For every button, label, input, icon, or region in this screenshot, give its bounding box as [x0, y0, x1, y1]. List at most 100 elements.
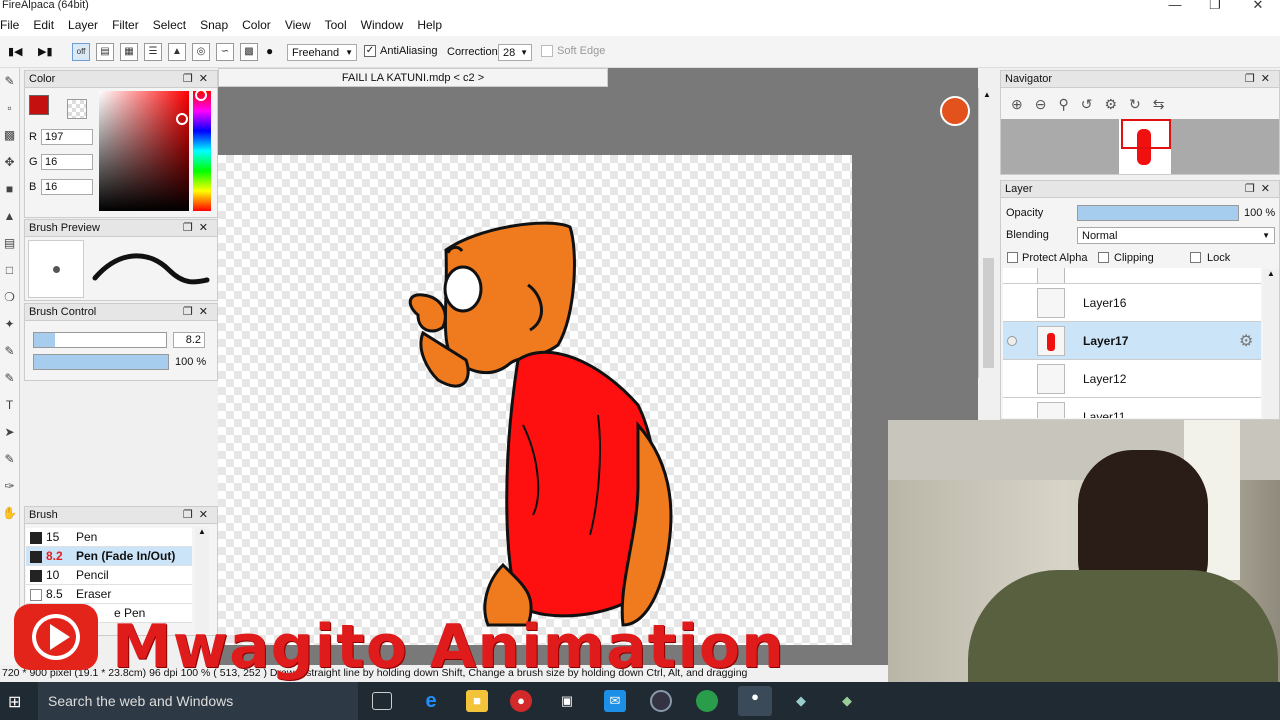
menu-edit[interactable]: Edit [33, 18, 62, 32]
windows-start-icon[interactable]: ⊞ [8, 692, 21, 712]
select-pen-icon[interactable]: ✎ [0, 338, 19, 365]
maximize-button[interactable]: ❐ [1200, 0, 1230, 13]
primary-color-swatch[interactable] [29, 95, 49, 115]
menu-select[interactable]: Select [153, 18, 194, 32]
lasso-tool-icon[interactable]: ❍ [0, 284, 19, 311]
select-tool-icon[interactable]: □ [0, 257, 19, 284]
task-view-icon[interactable] [372, 692, 392, 710]
zoom-out-icon[interactable]: ⊖ [1035, 96, 1059, 112]
blending-select[interactable]: Normal ▼ [1077, 227, 1275, 244]
panel-buttons[interactable]: ❐✕ [183, 221, 214, 234]
flip-icon[interactable]: ⇆ [1153, 96, 1177, 112]
close-button[interactable]: ✕ [1243, 0, 1273, 13]
layer-row-partial[interactable] [1003, 268, 1261, 284]
fill-tool-icon[interactable]: ■ [0, 176, 19, 203]
prev-frame-icon[interactable]: ▮◀ [8, 45, 23, 58]
soft-edge-checkbox[interactable] [541, 45, 553, 57]
brush-item[interactable]: 15 Pen [26, 528, 192, 547]
scroll-up-icon[interactable]: ▲ [983, 90, 991, 99]
correction-select[interactable]: 28 ▼ [498, 44, 532, 61]
brush-item-selected[interactable]: 8.2 Pen (Fade In/Out) [26, 547, 192, 566]
g-input[interactable]: 16 [41, 154, 93, 170]
menu-file[interactable]: File [0, 18, 27, 32]
operation-tool-icon[interactable]: ➤ [0, 419, 19, 446]
pen-tool-icon[interactable]: ✎ [0, 68, 19, 95]
file-explorer-icon[interactable]: ■ [466, 690, 488, 712]
b-input[interactable]: 16 [41, 179, 93, 195]
panel-buttons[interactable]: ❐✕ [1245, 72, 1276, 85]
menu-filter[interactable]: Filter [112, 18, 147, 32]
snap-parallel-icon[interactable]: ▤ [96, 43, 114, 61]
store-icon[interactable]: ▣ [556, 690, 578, 712]
layer-row[interactable]: Layer16 [1003, 284, 1261, 322]
canvas-vertical-scrollbar[interactable]: ▲ [978, 88, 998, 378]
move-tool-icon[interactable]: ✥ [0, 149, 19, 176]
hue-slider-handle[interactable] [195, 89, 207, 101]
layer-visibility-icon[interactable] [1007, 336, 1017, 346]
brush-item[interactable]: 10 Pencil [26, 566, 192, 585]
menu-color[interactable]: Color [242, 18, 279, 32]
document-tab[interactable]: FAILI LA KATUNI.mdp < c2 > [218, 68, 608, 87]
firealpaca-taskbar-icon[interactable]: ● [738, 686, 772, 716]
brush-size-slider[interactable] [33, 332, 167, 348]
antialiasing-checkbox[interactable]: ✓ [364, 45, 376, 57]
eraser-tool-icon[interactable]: ▫ [0, 95, 19, 122]
app-icon[interactable]: ◆ [790, 690, 812, 712]
brush-opacity-slider[interactable] [33, 354, 169, 370]
select-eraser-icon[interactable]: ✎ [0, 365, 19, 392]
panel-buttons[interactable]: ❐✕ [183, 508, 214, 521]
taskbar-search[interactable]: Search the web and Windows [38, 682, 358, 720]
magic-wand-icon[interactable]: ✦ [0, 311, 19, 338]
menu-tool[interactable]: Tool [325, 18, 355, 32]
snap-crisscross-icon[interactable]: ☰ [144, 43, 162, 61]
media-app-icon[interactable] [650, 690, 672, 712]
edge-browser-icon[interactable]: e [420, 690, 442, 712]
snap-circle-icon[interactable]: ◎ [192, 43, 210, 61]
layer-row-selected[interactable]: Layer17 ⚙ [1003, 322, 1261, 360]
browser-icon[interactable] [696, 690, 718, 712]
r-input[interactable]: 197 [41, 129, 93, 145]
hue-slider[interactable] [193, 89, 211, 211]
eyedropper-icon[interactable]: ✑ [0, 473, 19, 500]
divide-tool-icon[interactable]: ✎ [0, 446, 19, 473]
snap-3d-icon[interactable]: ▩ [240, 43, 258, 61]
menu-layer[interactable]: Layer [68, 18, 106, 32]
layer-row[interactable]: Layer12 [1003, 360, 1261, 398]
snap-curve-icon[interactable]: ∽ [216, 43, 234, 61]
stroke-mode-select[interactable]: Freehand ▼ [287, 44, 357, 61]
brush-item[interactable]: 8.5 Eraser [26, 585, 192, 604]
snap-grid-icon[interactable]: ▦ [120, 43, 138, 61]
snap-vanishing-icon[interactable]: ▲ [168, 43, 186, 61]
rotate-left-icon[interactable]: ↺ [1081, 96, 1105, 112]
menu-snap[interactable]: Snap [200, 18, 236, 32]
dot-tool-icon[interactable]: ▩ [0, 122, 19, 149]
minimize-button[interactable]: — [1160, 0, 1190, 12]
gear-icon[interactable]: ⚙ [1239, 331, 1253, 351]
zoom-in-icon[interactable]: ⊕ [1011, 96, 1035, 112]
menu-window[interactable]: Window [361, 18, 412, 32]
text-tool-icon[interactable]: T [0, 392, 19, 419]
next-frame-icon[interactable]: ▶▮ [38, 45, 53, 58]
saturation-value-picker[interactable] [99, 91, 189, 211]
secondary-color-swatch[interactable] [67, 99, 87, 119]
panel-buttons[interactable]: ❐✕ [1245, 182, 1276, 195]
layer-row-partial[interactable]: Layer11 [1003, 398, 1261, 418]
scroll-thumb[interactable] [983, 258, 994, 368]
drawing-canvas[interactable] [218, 155, 852, 645]
clipping-checkbox[interactable] [1098, 252, 1109, 263]
app-red-icon[interactable]: ● [510, 690, 532, 712]
panel-buttons[interactable]: ❐✕ [183, 72, 214, 85]
protect-alpha-checkbox[interactable] [1007, 252, 1018, 263]
navigator-viewport-rect[interactable] [1121, 119, 1171, 149]
chat-app-icon[interactable]: ✉ [604, 690, 626, 712]
bucket-tool-icon[interactable]: ▲ [0, 203, 19, 230]
lock-checkbox[interactable] [1190, 252, 1201, 263]
hand-tool-icon[interactable]: ✋ [0, 500, 19, 527]
gradient-tool-icon[interactable]: ▤ [0, 230, 19, 257]
navigator-preview[interactable] [1001, 119, 1279, 174]
menu-help[interactable]: Help [417, 18, 450, 32]
panel-buttons[interactable]: ❐✕ [183, 305, 214, 318]
app-icon-2[interactable]: ◆ [836, 690, 858, 712]
rotate-reset-icon[interactable]: ⚙ [1104, 96, 1129, 112]
layer-list-scrollbar[interactable]: ▲ [1263, 269, 1279, 419]
